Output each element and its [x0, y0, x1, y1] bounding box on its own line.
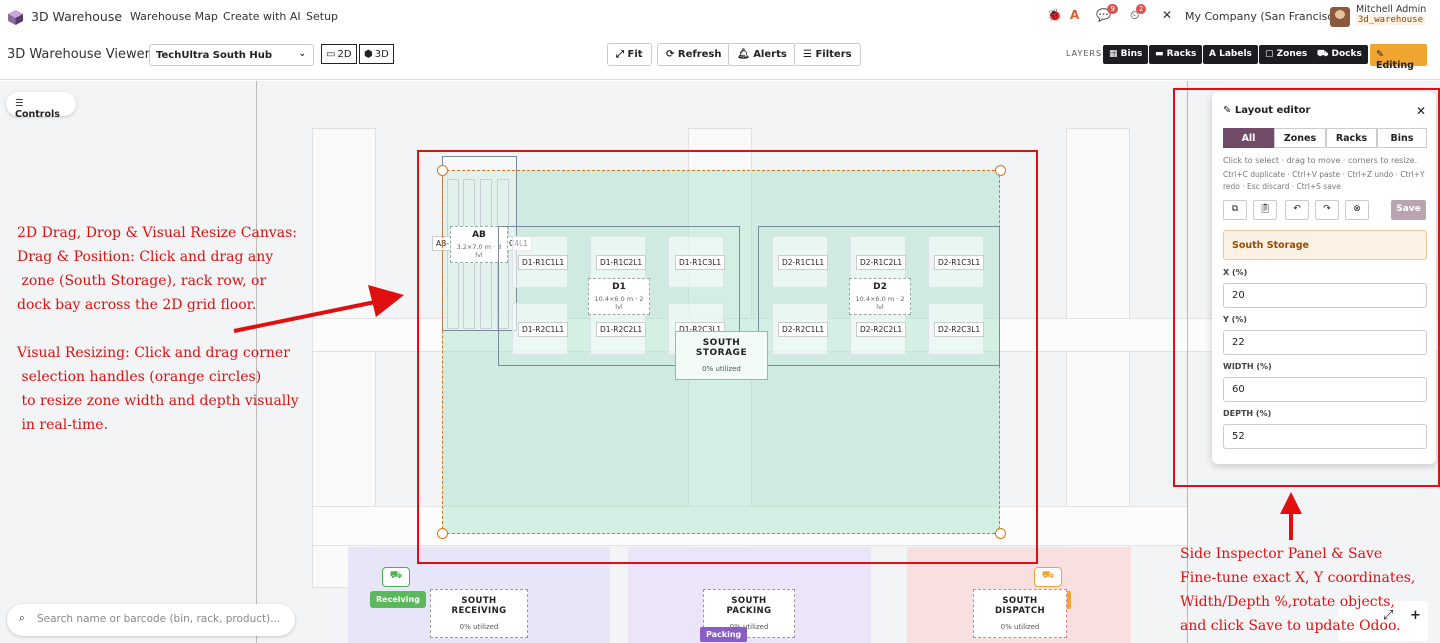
- south-receiving-name: SOUTH RECEIVING: [451, 596, 507, 616]
- south-dispatch-label[interactable]: SOUTH DISPATCH 0% utilized: [973, 589, 1067, 638]
- refresh-icon: ⟳: [666, 49, 678, 60]
- filters-label: Filters: [815, 49, 852, 60]
- controls-button[interactable]: ☰ Controls: [6, 92, 76, 120]
- ai-icon[interactable]: A: [1070, 8, 1079, 22]
- company-switcher[interactable]: My Company (San Francisco): [1185, 10, 1344, 23]
- database-name: 3d_warehouse: [1356, 15, 1426, 25]
- viewer-title: 3D Warehouse Viewer: [7, 47, 150, 62]
- south-receiving-label[interactable]: SOUTH RECEIVING 0% utilized: [430, 589, 528, 638]
- warehouse-select[interactable]: TechUltra South Hub ⌄: [149, 44, 314, 66]
- canvas-search-input[interactable]: ⌕ Search name or barcode (bin, rack, prod…: [7, 604, 295, 636]
- messages-icon[interactable]: 💬 9: [1096, 4, 1118, 22]
- search-icon: ⌕: [19, 612, 25, 624]
- search-placeholder: Search name or barcode (bin, rack, produ…: [37, 613, 281, 625]
- refresh-label: Refresh: [677, 49, 722, 60]
- fit-label: Fit: [627, 49, 643, 60]
- south-dispatch-name: SOUTH DISPATCH: [994, 596, 1046, 616]
- view-3d-label: 3D: [374, 48, 389, 60]
- alerts-button[interactable]: 🔔︎ Alerts: [728, 43, 796, 66]
- filters-button[interactable]: ☰ Filters: [794, 43, 861, 66]
- layer-docks-label: Docks: [1331, 49, 1362, 59]
- user-name[interactable]: Mitchell Admin: [1356, 4, 1426, 15]
- layer-labels-button[interactable]: A Labels: [1203, 45, 1258, 64]
- truck-icon[interactable]: ⛟: [1034, 567, 1062, 587]
- south-packing-name: SOUTH PACKING: [726, 596, 772, 616]
- panel-annotation: Side Inspector Panel & Save Fine-tune ex…: [1180, 546, 1416, 634]
- cube-icon: ⬢: [364, 48, 373, 60]
- user-avatar[interactable]: [1330, 7, 1350, 27]
- layer-bins-button[interactable]: ▦ Bins: [1103, 45, 1149, 64]
- truck-icon[interactable]: ⛟: [382, 567, 410, 587]
- sliders-icon: ☰: [15, 98, 24, 109]
- activity-badge: 2: [1135, 4, 1147, 14]
- arrow-panel: [1280, 492, 1302, 540]
- bug-icon[interactable]: 🐞: [1047, 8, 1062, 22]
- layer-zones-button[interactable]: ▢ Zones: [1259, 45, 1314, 64]
- alerts-label: Alerts: [753, 49, 787, 60]
- layer-zones-label: Zones: [1276, 49, 1308, 59]
- layer-racks-button[interactable]: ▬ Racks: [1149, 45, 1203, 64]
- south-dispatch-util: 0% utilized: [1000, 623, 1040, 631]
- menu-setup[interactable]: Setup: [306, 10, 338, 23]
- view-2d-button[interactable]: ▭ 2D: [321, 44, 357, 64]
- messages-badge: 9: [1107, 4, 1118, 14]
- chevron-down-icon: ⌄: [298, 49, 306, 59]
- panel-highlight-box: [1173, 88, 1440, 487]
- pencil-icon: ✎: [1376, 49, 1384, 60]
- expand-icon: ⤢: [616, 49, 628, 60]
- view-2d-label: 2D: [337, 48, 352, 60]
- layer-docks-button[interactable]: ⛟ Docks: [1311, 45, 1368, 64]
- tools-icon[interactable]: ✕: [1162, 8, 1172, 22]
- editing-label: Editing: [1376, 60, 1414, 71]
- layers-label: LAYERS: [1066, 49, 1103, 58]
- viewer-toolbar: 3D Warehouse Viewer TechUltra South Hub ⌄…: [0, 34, 1440, 80]
- top-navbar: 3D Warehouse Warehouse Map Create with A…: [0, 0, 1440, 34]
- fit-button[interactable]: ⤢ Fit: [607, 43, 652, 66]
- menu-warehouse-map[interactable]: Warehouse Map: [130, 10, 218, 23]
- app-name[interactable]: 3D Warehouse: [31, 9, 122, 24]
- canvas-highlight-box: [417, 150, 1038, 564]
- bell-icon: 🔔︎: [737, 49, 754, 60]
- map-icon: ▭: [326, 48, 336, 60]
- refresh-button[interactable]: ⟳ Refresh: [657, 43, 731, 66]
- activity-icon[interactable]: ⏲ 2: [1130, 4, 1147, 23]
- arrow-canvas: [233, 285, 404, 333]
- layer-racks-label: Racks: [1166, 49, 1197, 59]
- controls-label: Controls: [15, 109, 60, 120]
- editing-button[interactable]: ✎ Editing: [1370, 44, 1427, 71]
- receiving-dock-tag[interactable]: Receiving: [370, 591, 426, 608]
- filter-icon: ☰: [803, 49, 816, 60]
- packing-dock-tag[interactable]: Packing: [700, 627, 748, 642]
- layer-labels-label: Labels: [1219, 49, 1252, 59]
- layer-bins-label: Bins: [1120, 49, 1143, 59]
- view-3d-button[interactable]: ⬢ 3D: [359, 44, 394, 64]
- menu-create-with-ai[interactable]: Create with AI: [223, 10, 301, 23]
- warehouse-select-value: TechUltra South Hub: [156, 50, 273, 61]
- app-logo-icon[interactable]: [7, 9, 24, 26]
- south-receiving-util: 0% utilized: [459, 623, 499, 631]
